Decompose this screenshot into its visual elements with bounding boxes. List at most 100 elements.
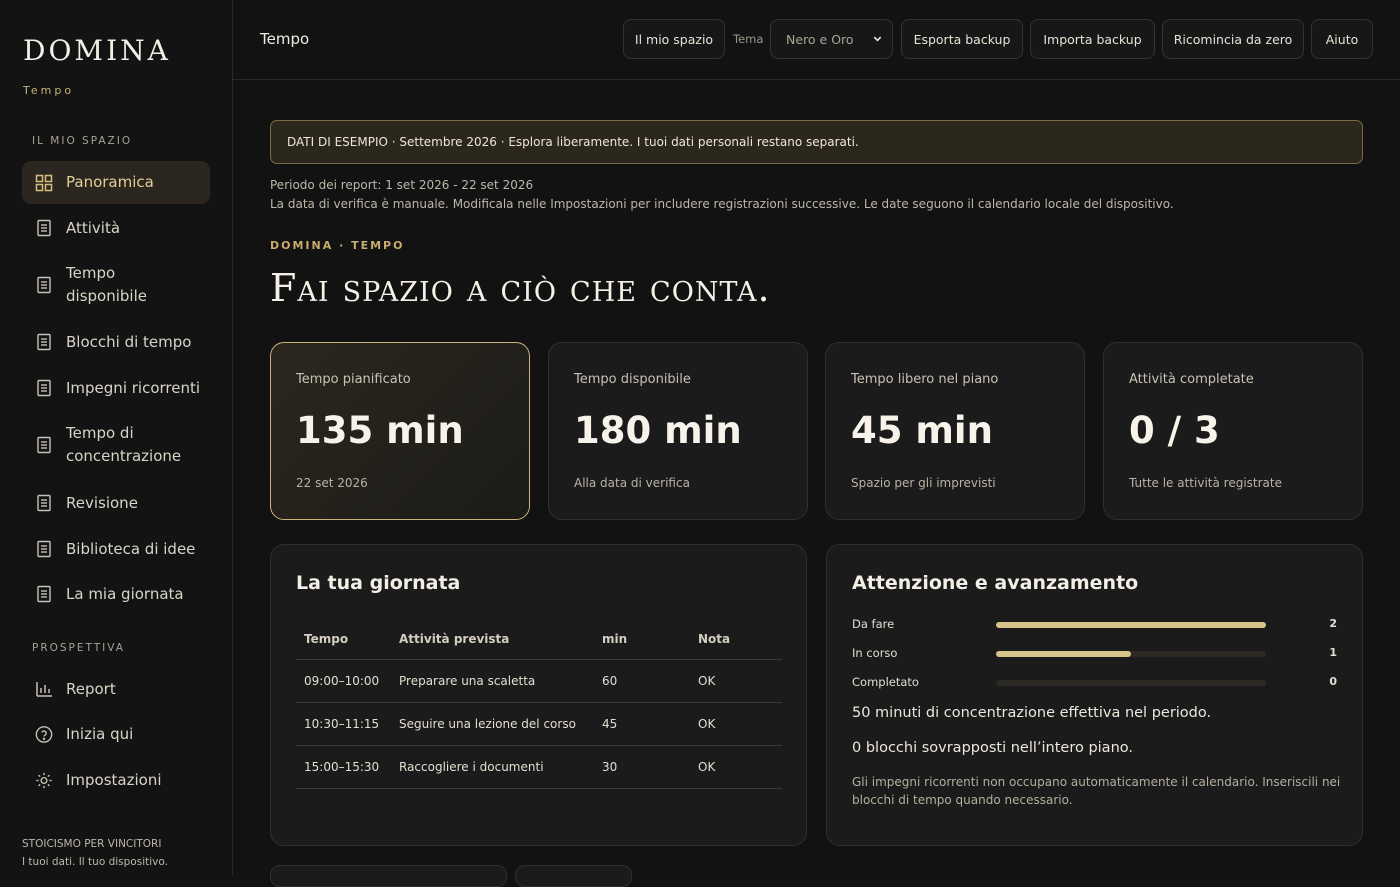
document-icon <box>35 379 53 397</box>
cell-time: 09:00–10:00 <box>296 659 391 703</box>
sidebar-item-label: Biblioteca di idee <box>66 539 196 558</box>
column-header-time: Tempo <box>296 619 391 660</box>
document-icon <box>35 436 53 454</box>
progress-fill <box>996 651 1131 657</box>
sidebar-item-impegni-ricorrenti[interactable]: Impegni ricorrenti <box>22 367 210 409</box>
sidebar-footer-tagline: I tuoi dati. Il tuo dispositivo. <box>22 856 168 868</box>
cell-note: OK <box>690 702 782 746</box>
theme-select-value: Nero e Oro <box>786 31 854 47</box>
overlap-blocks-text: 0 blocchi sovrapposti nell’intero piano. <box>852 740 1133 756</box>
stat-value: 180 min <box>574 409 742 452</box>
sidebar-item-label: Report <box>66 679 116 698</box>
cell-note: OK <box>690 659 782 703</box>
stat-card-completed[interactable]: Attività completate 0 / 3 Tutte le attiv… <box>1103 342 1363 520</box>
page-title: Tempo <box>260 30 310 48</box>
day-table: Tempo Attività prevista min Nota 09:00–1… <box>296 619 782 789</box>
progress-row-in-progress: In corso 1 <box>852 646 1337 662</box>
sidebar-item-label: Impostazioni <box>66 770 162 789</box>
stat-label: Tempo disponibile <box>574 372 691 387</box>
recurring-note: Gli impegni ricorrenti non occupano auto… <box>852 775 1341 807</box>
stat-card-free-time[interactable]: Tempo libero nel piano 45 min Spazio per… <box>825 342 1085 520</box>
day-panel: La tua giornata Tempo Attività prevista … <box>270 544 807 846</box>
sidebar-item-label: Attività <box>66 218 121 237</box>
brand-subtitle: Tempo <box>23 84 75 97</box>
sidebar-item-label: Tempo di concentrazione <box>66 424 182 465</box>
stat-card-planned[interactable]: Tempo pianificato 135 min 22 set 2026 <box>270 342 530 520</box>
stat-label: Tempo libero nel piano <box>851 372 999 387</box>
document-icon <box>35 585 53 603</box>
document-icon <box>35 276 53 294</box>
sidebar-item-tempo-disponibile[interactable]: Tempo disponibile <box>22 262 210 308</box>
document-icon <box>35 219 53 237</box>
progress-label: Da fare <box>852 617 895 631</box>
sidebar-item-attivita[interactable]: Attività <box>22 207 210 249</box>
help-circle-icon <box>35 725 53 743</box>
stat-subtext: Tutte le attività registrate <box>1129 476 1282 490</box>
report-period: Periodo dei report: 1 set 2026 - 22 set … <box>270 178 534 192</box>
cell-time: 15:00–15:30 <box>296 745 391 789</box>
my-space-button[interactable]: Il mio spazio <box>623 19 725 59</box>
chevron-down-icon <box>872 32 883 47</box>
brand-logo: DOMINA <box>23 34 171 67</box>
section-kicker: DOMINA · TEMPO <box>270 239 405 252</box>
section-label-my-space: IL MIO SPAZIO <box>32 135 133 147</box>
stat-subtext: Alla data di verifica <box>574 476 690 490</box>
grid-icon <box>35 174 53 192</box>
progress-row-completed: Completato 0 <box>852 675 1337 691</box>
stat-value: 45 min <box>851 409 993 452</box>
sidebar-item-impostazioni[interactable]: Impostazioni <box>22 759 210 801</box>
help-button[interactable]: Aiuto <box>1311 19 1373 59</box>
focus-minutes-text: 50 minuti di concentrazione effettiva ne… <box>852 705 1212 721</box>
attention-panel-title: Attenzione e avanzamento <box>852 572 1139 594</box>
sidebar-item-la-mia-giornata[interactable]: La mia giornata <box>22 573 210 615</box>
export-backup-button[interactable]: Esporta backup <box>901 19 1023 59</box>
document-icon <box>35 494 53 512</box>
column-header-activity: Attività prevista <box>391 619 594 660</box>
table-row[interactable]: 09:00–10:00 Preparare una scaletta 60 OK <box>296 659 782 703</box>
sidebar-item-revisione[interactable]: Revisione <box>22 482 210 524</box>
table-row[interactable]: 15:00–15:30 Raccogliere i documenti 30 O… <box>296 745 782 789</box>
sidebar-footer-brand: STOICISMO PER VINCITORI <box>22 838 162 850</box>
card-partial <box>515 865 632 887</box>
cell-activity: Raccogliere i documenti <box>391 745 594 789</box>
progress-row-todo: Da fare 2 <box>852 617 1337 633</box>
stat-value: 135 min <box>296 409 464 452</box>
sidebar-item-tempo-di-concentrazione[interactable]: Tempo di concentrazione <box>22 422 210 468</box>
restart-button[interactable]: Ricomincia da zero <box>1162 19 1304 59</box>
card-partial <box>270 865 507 887</box>
sidebar-item-inizia-qui[interactable]: Inizia qui <box>22 713 210 755</box>
sidebar-item-label: Panoramica <box>66 173 154 191</box>
theme-label: Tema <box>733 32 764 46</box>
cell-min: 60 <box>594 659 690 703</box>
bar-chart-icon <box>35 680 53 698</box>
hero-heading: Fai spazio a ciò che conta. <box>270 266 771 310</box>
stat-subtext: Spazio per gli imprevisti <box>851 476 996 490</box>
sidebar-item-report[interactable]: Report <box>22 668 210 710</box>
verification-note: La data di verifica è manuale. Modifical… <box>270 197 1174 211</box>
progress-track <box>996 680 1266 686</box>
stat-card-available[interactable]: Tempo disponibile 180 min Alla data di v… <box>548 342 808 520</box>
cell-time: 10:30–11:15 <box>296 702 391 746</box>
progress-label: Completato <box>852 675 919 689</box>
table-row[interactable]: 10:30–11:15 Seguire una lezione del cors… <box>296 702 782 746</box>
sidebar-item-label: Impegni ricorrenti <box>66 378 201 397</box>
progress-label: In corso <box>852 646 898 660</box>
progress-count: 2 <box>1329 617 1337 630</box>
sidebar-item-biblioteca-di-idee[interactable]: Biblioteca di idee <box>22 528 210 570</box>
import-backup-button[interactable]: Importa backup <box>1030 19 1155 59</box>
cell-note: OK <box>690 745 782 789</box>
document-icon <box>35 540 53 558</box>
sidebar: DOMINA Tempo IL MIO SPAZIO Panoramica At… <box>0 0 233 875</box>
document-icon <box>35 333 53 351</box>
progress-count: 0 <box>1329 675 1337 688</box>
attention-panel: Attenzione e avanzamento Da fare 2 In co… <box>826 544 1363 846</box>
sidebar-item-panoramica[interactable]: Panoramica <box>22 161 210 204</box>
sidebar-item-label: Tempo disponibile <box>66 264 147 305</box>
stat-subtext: 22 set 2026 <box>296 476 368 490</box>
progress-fill <box>996 622 1266 628</box>
progress-count: 1 <box>1329 646 1337 659</box>
sun-gear-icon <box>35 771 53 789</box>
sidebar-item-blocchi-di-tempo[interactable]: Blocchi di tempo <box>22 321 210 363</box>
table-header-row: Tempo Attività prevista min Nota <box>296 619 782 660</box>
theme-select[interactable]: Nero e Oro <box>770 19 893 59</box>
